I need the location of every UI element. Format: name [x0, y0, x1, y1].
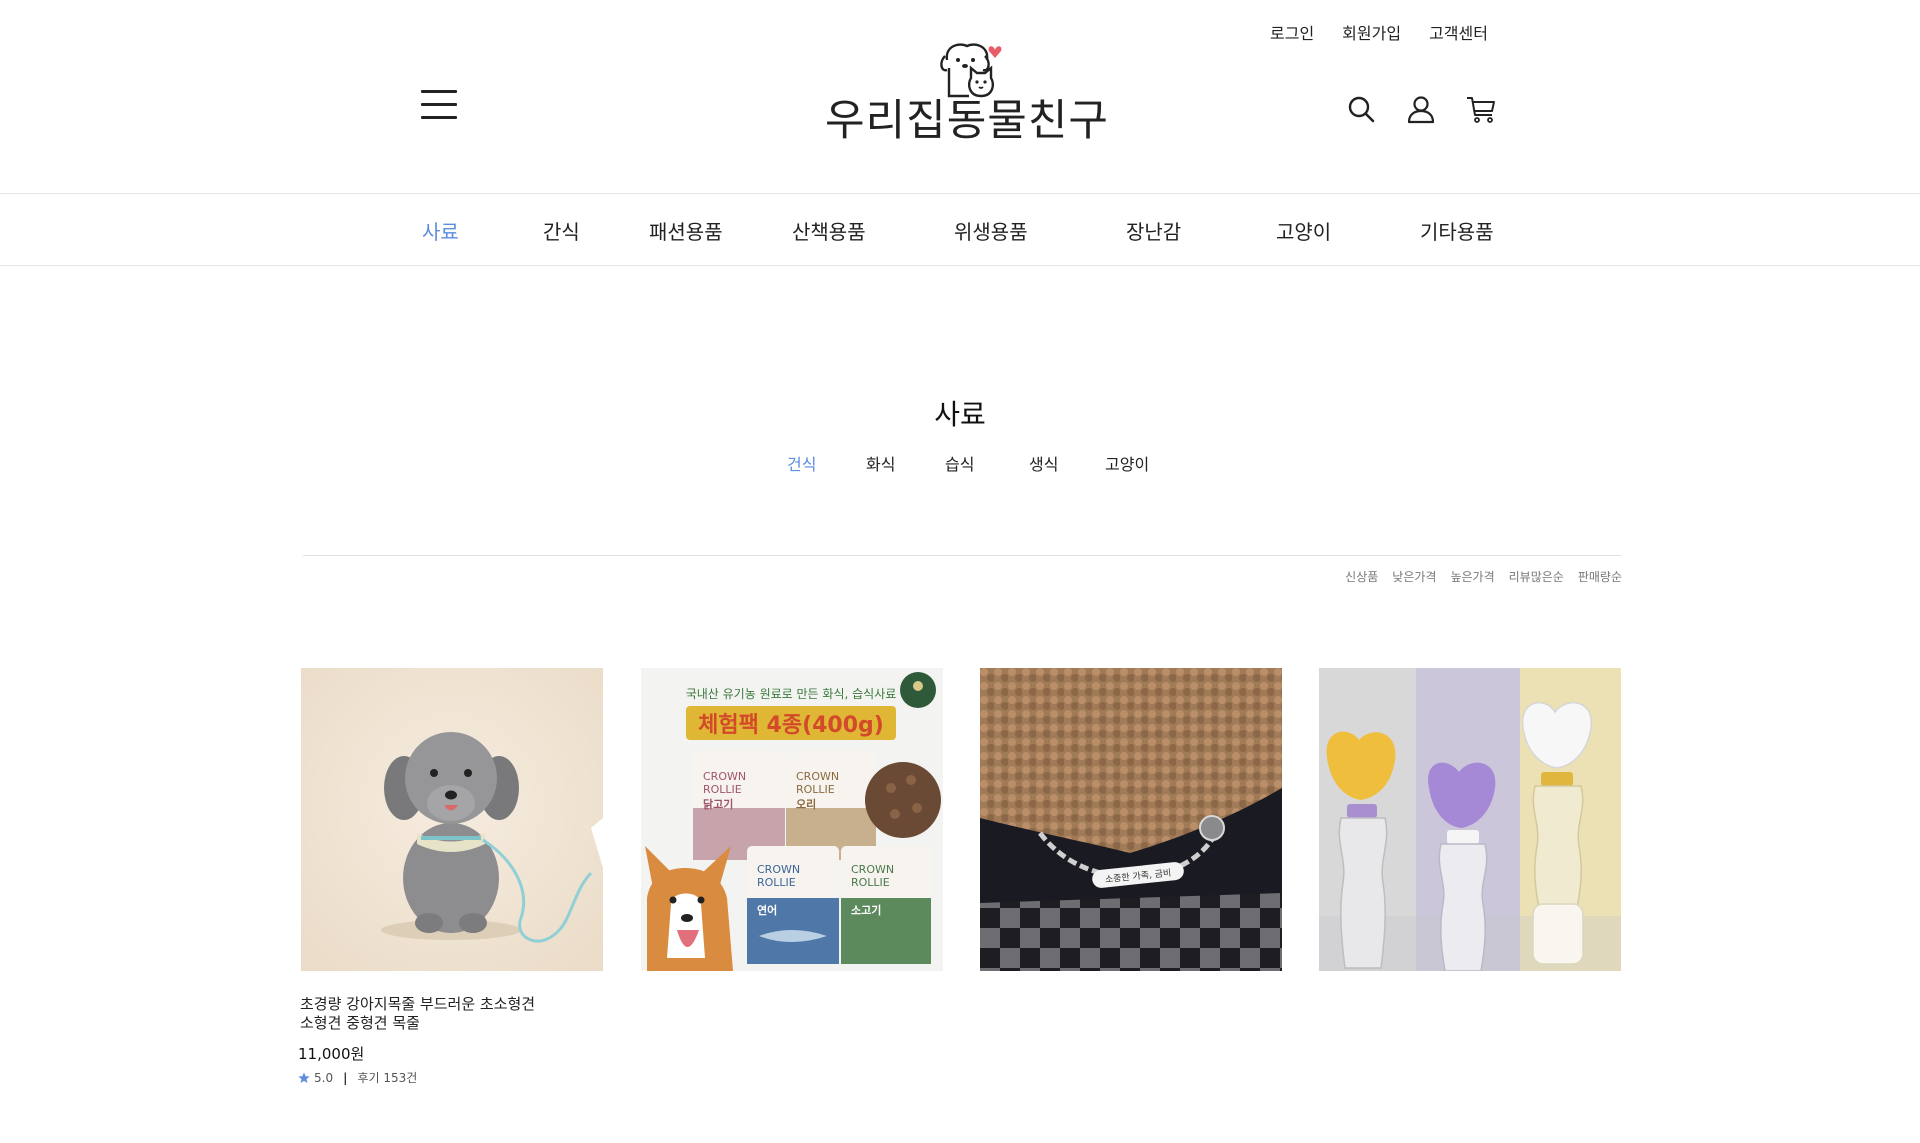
main-category-nav: 사료 간식 패션용품 산책용품 위생용품 장난감 고양이 기타용품 — [0, 193, 1920, 266]
product-name-line1: 초경량 강아지목줄 부드러운 초소형견 — [300, 995, 536, 1013]
trial-pack-badge-text: 체험팩 4종(400g) — [698, 712, 884, 738]
sort-high-price[interactable]: 높은가격 — [1450, 568, 1494, 585]
rating-value: 5.0 — [314, 1070, 334, 1085]
header-icons — [1346, 94, 1496, 124]
nav-item-fashion[interactable]: 패션용품 — [649, 216, 723, 245]
search-icon[interactable] — [1346, 94, 1376, 124]
nav-item-etc[interactable]: 기타용품 — [1420, 216, 1494, 245]
login-link[interactable]: 로그인 — [1270, 20, 1314, 44]
site-logo[interactable]: 우리집동물친구 — [822, 38, 1112, 148]
sort-options: 신상품 낮은가격 높은가격 리뷰많은순 판매량순 — [1345, 568, 1622, 585]
logo-text: 우리집동물친구 — [825, 96, 1109, 146]
menu-icon[interactable] — [421, 90, 457, 120]
product-rating-row: 5.0 | 후기 153건 — [298, 1069, 417, 1086]
sort-low-price[interactable]: 낮은가격 — [1392, 568, 1436, 585]
sort-newest[interactable]: 신상품 — [1345, 568, 1378, 585]
bag4-flavor: 소고기 — [851, 903, 881, 917]
star-icon — [298, 1072, 310, 1083]
bag4-brand-2: ROLLIE — [851, 876, 890, 889]
bag2-brand-2: ROLLIE — [796, 783, 835, 796]
sort-most-reviews[interactable]: 리뷰많은순 — [1509, 568, 1564, 585]
customer-center-link[interactable]: 고객센터 — [1429, 20, 1488, 44]
nav-item-food[interactable]: 사료 — [422, 216, 459, 245]
bag1-brand: CROWN — [703, 770, 746, 783]
top-links: 로그인 회원가입 고객센터 — [1270, 20, 1488, 44]
signup-link[interactable]: 회원가입 — [1342, 20, 1401, 44]
logo-pets-icon — [940, 43, 1002, 98]
nav-item-cat[interactable]: 고양이 — [1276, 216, 1331, 245]
product-image-dog-leash[interactable] — [301, 668, 603, 971]
bag3-brand: CROWN — [757, 863, 800, 876]
bag2-flavor: 오리 — [796, 797, 816, 811]
bag1-brand-2: ROLLIE — [703, 783, 742, 796]
subcategory-cooked[interactable]: 화식 — [866, 451, 895, 475]
product-name[interactable]: 초경량 강아지목줄 부드러운 초소형견 소형견 중형견 목줄 — [300, 995, 600, 1033]
bag4-brand: CROWN — [851, 863, 894, 876]
list-divider — [303, 555, 1622, 556]
bag2-brand: CROWN — [796, 770, 839, 783]
bag1-flavor: 닭고기 — [703, 797, 733, 811]
bag3-flavor: 연어 — [757, 903, 777, 917]
product-image-food-pack[interactable]: 국내산 유기농 원료로 만든 화식, 습식사료 체험팩 4종(400g) CRO… — [641, 668, 943, 971]
meta-separator: | — [343, 1070, 348, 1085]
cart-icon[interactable] — [1466, 94, 1496, 124]
user-icon[interactable] — [1406, 94, 1436, 124]
nav-item-hygiene[interactable]: 위생용품 — [954, 216, 1028, 245]
nav-item-toys[interactable]: 장난감 — [1126, 216, 1181, 245]
category-title: 사료 — [934, 398, 986, 431]
product-name-line2: 소형견 중형견 목줄 — [300, 1014, 420, 1032]
nav-item-walk[interactable]: 산책용품 — [792, 216, 866, 245]
sort-best-selling[interactable]: 판매량순 — [1578, 568, 1622, 585]
bag3-brand-2: ROLLIE — [757, 876, 796, 889]
product-price: 11,000원 — [298, 1045, 365, 1063]
subcategory-cat[interactable]: 고양이 — [1105, 451, 1149, 475]
subcategory-dry[interactable]: 건식 — [787, 451, 816, 475]
subcategory-raw[interactable]: 생식 — [1029, 451, 1058, 475]
pack-headline: 국내산 유기농 원료로 만든 화식, 습식사료 — [686, 687, 897, 701]
subcategory-wet[interactable]: 습식 — [945, 451, 974, 475]
review-count: 후기 153건 — [357, 1071, 418, 1085]
site-header: 로그인 회원가입 고객센터 우리집동물친구 — [0, 0, 1920, 193]
product-image-chain-collar[interactable]: 소중한 가족, 금비 — [980, 668, 1282, 971]
product-image-water-bottles[interactable] — [1319, 668, 1621, 971]
nav-item-snack[interactable]: 간식 — [543, 216, 580, 245]
